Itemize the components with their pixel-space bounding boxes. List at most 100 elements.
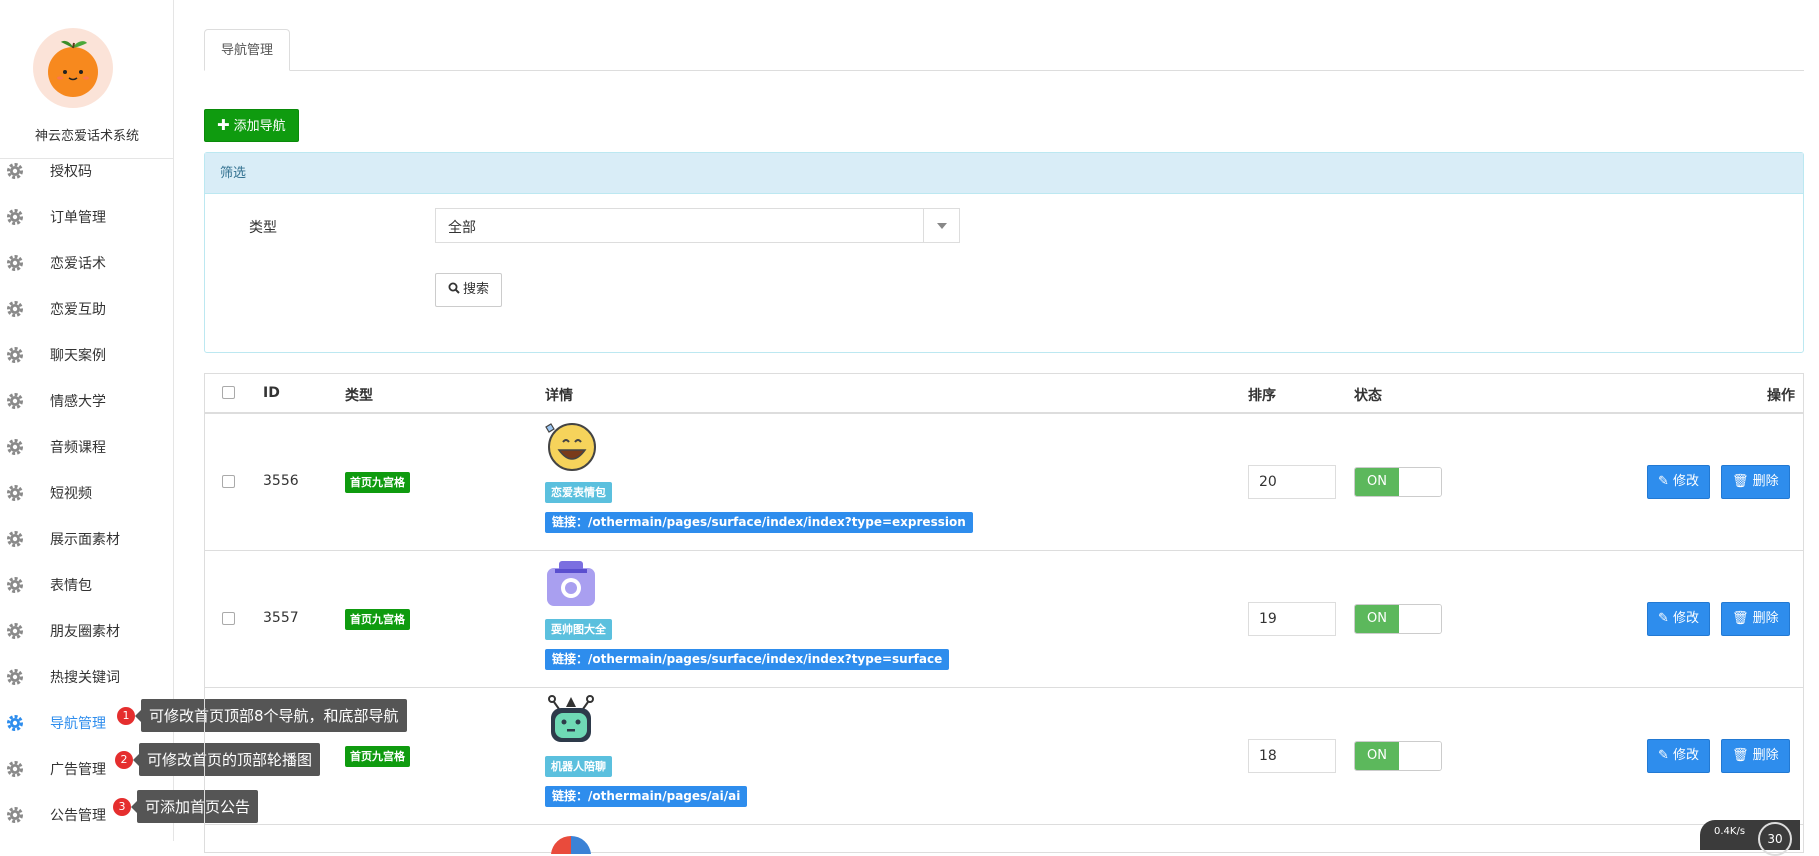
type-select[interactable]: 全部 — [435, 208, 960, 243]
edit-button[interactable]: ✎ 修改 — [1647, 465, 1711, 499]
search-button[interactable]: 搜索 — [435, 273, 503, 307]
row-checkbox[interactable] — [222, 475, 235, 488]
sort-input[interactable] — [1248, 465, 1336, 499]
trash-icon: 🗑 — [1732, 474, 1753, 489]
trash-icon: 🗑 — [1732, 748, 1753, 763]
gear-icon — [7, 255, 23, 271]
sidebar-item-label: 朋友圈素材 — [50, 624, 120, 640]
tooltip-number: 1 — [117, 706, 135, 725]
table-header: ID 类型 详情 排序 状态 操作 — [205, 374, 1803, 414]
status-toggle[interactable]: ON — [1354, 604, 1442, 634]
header-type: 类型 — [345, 388, 373, 404]
sidebar-item-label: 订单管理 — [50, 210, 106, 226]
edit-button[interactable]: ✎ 修改 — [1647, 739, 1711, 773]
toggle-knob — [1399, 742, 1441, 770]
gear-icon — [7, 577, 23, 593]
row-id: 3556 — [263, 473, 299, 489]
dropdown-toggle[interactable] — [923, 209, 959, 242]
sidebar-item-short-video[interactable]: 短视频 — [0, 470, 174, 516]
robot-icon — [548, 695, 594, 742]
type-badge: 首页九宫格 — [345, 746, 410, 767]
sidebar-item-label: 情感大学 — [50, 394, 106, 410]
sidebar-item-label: 展示面素材 — [50, 532, 120, 548]
nav-name-label: 机器人陪聊 — [545, 756, 612, 777]
delete-label: 删除 — [1752, 748, 1779, 763]
gear-icon — [7, 485, 23, 501]
header-detail: 详情 — [545, 388, 573, 404]
sidebar-item-auth-code[interactable]: 授权码 — [0, 156, 174, 194]
type-badge: 首页九宫格 — [345, 472, 410, 493]
sort-input[interactable] — [1248, 739, 1336, 773]
sidebar-item-label: 公告管理 — [50, 808, 106, 824]
gear-icon — [7, 393, 23, 409]
nav-name-label: 耍帅图大全 — [545, 619, 612, 640]
gear-icon — [7, 761, 23, 777]
sidebar-item-mutual-help[interactable]: 恋爱互助 — [0, 286, 174, 332]
sidebar-item-moments-materials[interactable]: 朋友圈素材 — [0, 608, 174, 654]
sidebar-item-audio-courses[interactable]: 音频课程 — [0, 424, 174, 470]
trash-icon: 🗑 — [1732, 611, 1753, 626]
add-navigation-button[interactable]: ✚ 添加导航 — [204, 109, 299, 142]
sidebar-item-stickers[interactable]: 表情包 — [0, 562, 174, 608]
filter-title: 筛选 — [205, 153, 1803, 194]
gear-icon — [7, 531, 23, 547]
type-filter-label: 类型 — [249, 220, 277, 236]
sidebar-item-label: 短视频 — [50, 486, 92, 502]
sidebar-item-love-talk[interactable]: 恋爱话术 — [0, 240, 174, 286]
sidebar-item-orders[interactable]: 订单管理 — [0, 194, 174, 240]
select-all-checkbox[interactable] — [222, 386, 235, 399]
edit-label: 修改 — [1673, 748, 1700, 763]
sidebar-item-label: 恋爱互助 — [50, 302, 106, 318]
edit-label: 修改 — [1673, 611, 1700, 626]
gear-icon — [7, 347, 23, 363]
tab-navigation-management[interactable]: 导航管理 — [204, 29, 291, 71]
type-badge: 首页九宫格 — [345, 609, 410, 630]
speed-gauge: 30 — [1758, 822, 1792, 856]
gear-icon — [7, 301, 23, 317]
gear-icon — [7, 623, 23, 639]
system-name: 神云恋爱话术系统 — [34, 129, 139, 144]
camera-icon — [547, 561, 595, 606]
row-id: 3557 — [263, 610, 299, 626]
search-label: 搜索 — [463, 282, 490, 297]
gear-icon — [7, 163, 23, 179]
next-row-thumbnail — [545, 834, 597, 854]
delete-button[interactable]: 🗑 删除 — [1721, 465, 1790, 499]
sidebar-item-label: 导航管理 — [50, 716, 106, 732]
orange-logo — [33, 28, 113, 108]
sidebar-item-label: 表情包 — [50, 578, 92, 594]
filter-panel: 筛选 类型 全部 搜索 — [204, 152, 1804, 353]
gear-icon — [7, 715, 23, 731]
row-checkbox[interactable] — [222, 612, 235, 625]
status-toggle[interactable]: ON — [1354, 741, 1442, 771]
tooltip-number: 2 — [115, 750, 133, 769]
edit-icon: ✎ — [1658, 748, 1674, 763]
delete-label: 删除 — [1752, 611, 1779, 626]
search-icon — [448, 282, 460, 294]
sidebar-item-label: 授权码 — [50, 164, 92, 180]
sidebar-item-chat-cases[interactable]: 聊天案例 — [0, 332, 174, 378]
color-wheel-icon — [551, 835, 591, 854]
sidebar-item-hot-keywords[interactable]: 热搜关键词 — [0, 654, 174, 700]
sort-input[interactable] — [1248, 602, 1336, 636]
nav-name-label: 恋爱表情包 — [545, 482, 612, 503]
tab-bar: 导航管理 — [204, 29, 1804, 71]
delete-label: 删除 — [1752, 474, 1779, 489]
gear-icon — [7, 439, 23, 455]
header-id: ID — [263, 385, 280, 401]
navigation-table: ID 类型 详情 排序 状态 操作 3556 首页九宫格 恋爱表情包 链接：/o… — [204, 373, 1804, 854]
delete-button[interactable]: 🗑 删除 — [1721, 739, 1790, 773]
toggle-knob — [1399, 605, 1441, 633]
sidebar-item-label: 聊天案例 — [50, 348, 106, 364]
sidebar-item-label: 广告管理 — [50, 762, 106, 778]
table-row: 首页九宫格 机器人陪聊 链接：/othermain/pages/ai/ai ON… — [205, 688, 1803, 825]
sidebar-item-emotion-university[interactable]: 情感大学 — [0, 378, 174, 424]
table-row: 3557 首页九宫格 耍帅图大全 链接：/othermain/pages/sur… — [205, 551, 1803, 688]
status-toggle-on: ON — [1355, 742, 1399, 770]
sidebar-item-display-materials[interactable]: 展示面素材 — [0, 516, 174, 562]
delete-button[interactable]: 🗑 删除 — [1721, 602, 1790, 636]
edit-button[interactable]: ✎ 修改 — [1647, 602, 1711, 636]
chevron-down-icon — [937, 223, 947, 229]
status-toggle[interactable]: ON — [1354, 467, 1442, 497]
header-status: 状态 — [1354, 388, 1382, 404]
